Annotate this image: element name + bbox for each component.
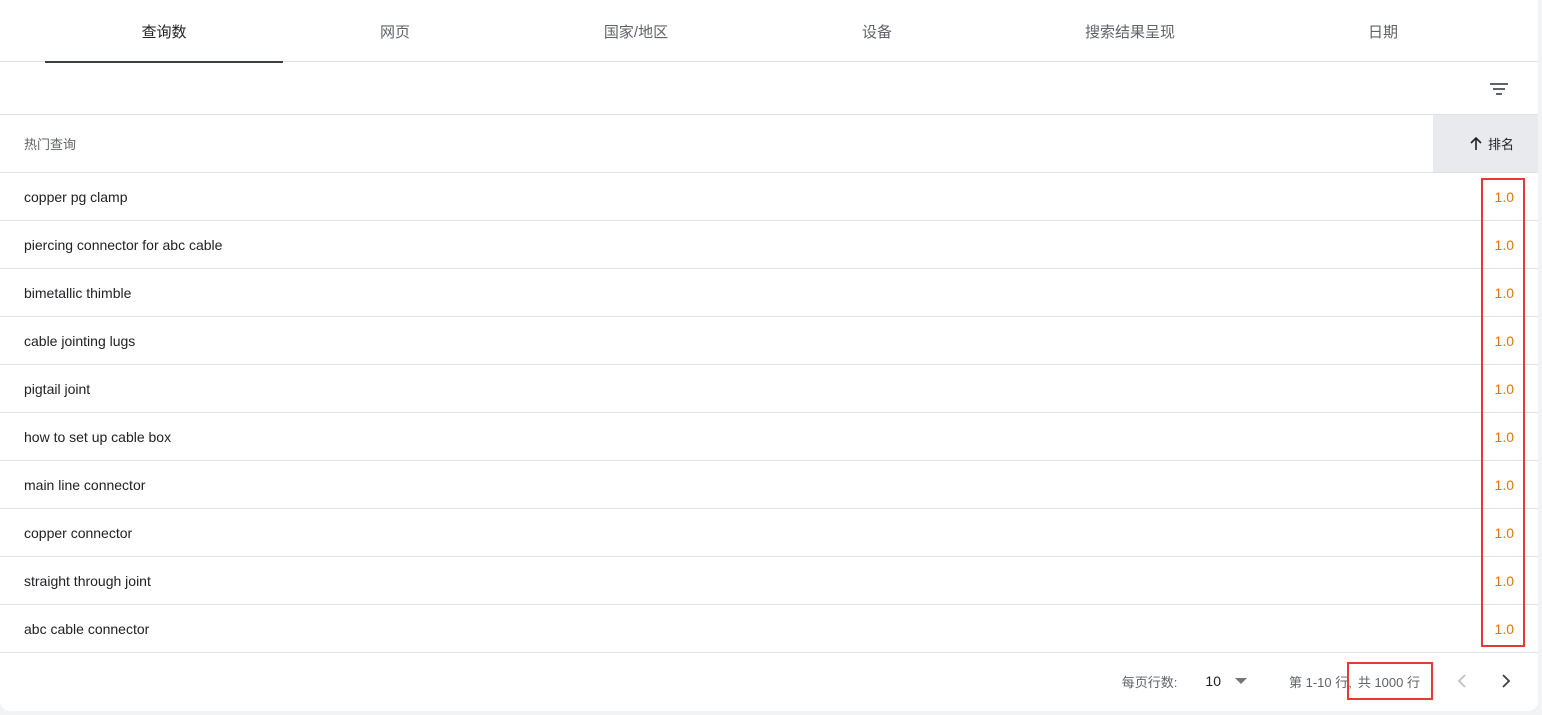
- tab-dates[interactable]: 日期: [1271, 0, 1495, 62]
- rows-per-page-value: 10: [1205, 673, 1221, 689]
- tab-devices[interactable]: 设备: [765, 0, 989, 62]
- table-row[interactable]: piercing connector for abc cable 1.0: [0, 221, 1538, 269]
- dropdown-caret-icon: [1234, 678, 1247, 684]
- table-row[interactable]: how to set up cable box 1.0: [0, 413, 1538, 461]
- dimension-tabs: 查询数 网页 国家/地区 设备 搜索结果呈现 日期: [0, 0, 1538, 63]
- pagination-footer: 每页行数: 10 第 1-10 行, 共 1000 行: [0, 653, 1538, 709]
- table-row[interactable]: straight through joint 1.0: [0, 557, 1538, 605]
- table-toolbar: [0, 62, 1538, 115]
- query-cell: copper pg clamp: [24, 188, 128, 205]
- table-row[interactable]: cable jointing lugs 1.0: [0, 317, 1538, 365]
- next-page-button[interactable]: [1488, 663, 1524, 699]
- filter-button[interactable]: [1484, 74, 1514, 104]
- tab-pages[interactable]: 网页: [283, 0, 507, 62]
- table-header: 热门查询 排名: [0, 115, 1538, 173]
- table-row[interactable]: bimetallic thimble 1.0: [0, 269, 1538, 317]
- rank-cell: 1.0: [1494, 620, 1514, 637]
- rank-cell: 1.0: [1494, 284, 1514, 301]
- performance-card: 查询数 网页 国家/地区 设备 搜索结果呈现 日期 热门查询 排名 copper…: [0, 0, 1538, 711]
- query-cell: bimetallic thimble: [24, 284, 132, 301]
- column-header-rank[interactable]: 排名: [1433, 115, 1538, 172]
- rank-cell: 1.0: [1494, 236, 1514, 253]
- column-header-query[interactable]: 热门查询: [0, 134, 1433, 153]
- previous-page-button[interactable]: [1444, 663, 1480, 699]
- table-row[interactable]: abc cable connector 1.0: [0, 605, 1538, 653]
- rank-cell: 1.0: [1494, 332, 1514, 349]
- chevron-right-icon: [1502, 674, 1511, 688]
- query-cell: copper connector: [24, 524, 133, 541]
- table-row[interactable]: copper pg clamp 1.0: [0, 173, 1538, 221]
- rank-cell: 1.0: [1494, 476, 1514, 493]
- tab-countries[interactable]: 国家/地区: [507, 0, 765, 62]
- rank-cell: 1.0: [1494, 524, 1514, 541]
- arrow-up-icon: [1470, 136, 1482, 150]
- tab-search-appearance[interactable]: 搜索结果呈现: [989, 0, 1271, 62]
- query-cell: main line connector: [24, 476, 146, 493]
- tab-queries[interactable]: 查询数: [45, 0, 283, 63]
- query-cell: how to set up cable box: [24, 428, 172, 445]
- total-rows-text: 共 1000 行: [1357, 674, 1420, 690]
- table-body: copper pg clamp 1.0 piercing connector f…: [0, 173, 1538, 653]
- rows-per-page-select[interactable]: 10: [1205, 673, 1247, 689]
- rank-cell: 1.0: [1494, 380, 1514, 397]
- table-row[interactable]: pigtail joint 1.0: [0, 365, 1538, 413]
- range-text: 第 1-10 行,: [1288, 674, 1352, 690]
- query-cell: pigtail joint: [24, 380, 91, 397]
- query-cell: abc cable connector: [24, 620, 150, 637]
- rows-per-page-label: 每页行数:: [1121, 674, 1178, 690]
- query-cell: piercing connector for abc cable: [24, 236, 223, 253]
- query-cell: cable jointing lugs: [24, 332, 136, 349]
- rank-cell: 1.0: [1494, 188, 1514, 205]
- query-cell: straight through joint: [24, 572, 151, 589]
- table-row[interactable]: copper connector 1.0: [0, 509, 1538, 557]
- rank-cell: 1.0: [1494, 428, 1514, 445]
- chevron-left-icon: [1457, 674, 1466, 688]
- rank-cell: 1.0: [1494, 572, 1514, 589]
- table-row[interactable]: main line connector 1.0: [0, 461, 1538, 509]
- filter-list-icon: [1490, 83, 1508, 95]
- pagination-range: 第 1-10 行, 共 1000 行: [1289, 672, 1430, 691]
